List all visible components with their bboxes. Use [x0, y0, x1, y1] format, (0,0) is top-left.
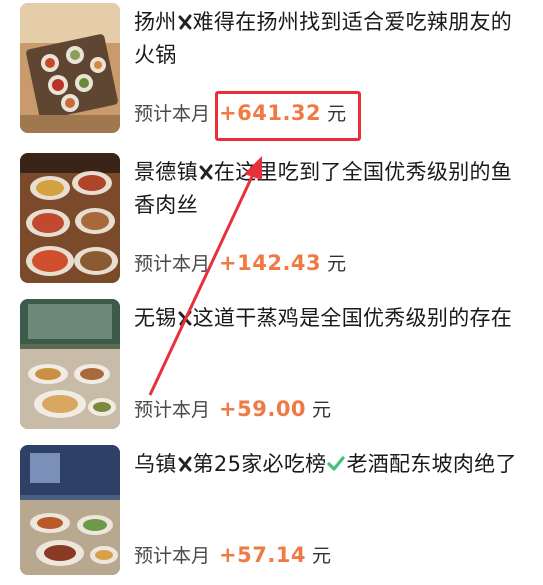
list-item[interactable]: 景德镇 在这里吃到了全国优秀级别的鱼香肉丝 预计本月 +142.43 元 — [0, 150, 543, 290]
list-item[interactable]: 乌镇 第25家必吃榜 老酒配东坡肉绝了 预计本月 +57.14 元 — [0, 442, 543, 582]
earnings-unit: 元 — [327, 253, 347, 275]
food-photo — [20, 3, 120, 133]
item-title[interactable]: 扬州 难得在扬州找到适合爱吃辣朋友的火锅 — [134, 6, 524, 72]
earnings-unit: 元 — [312, 545, 332, 567]
city-name: 乌镇 — [134, 452, 177, 476]
title-text: 老酒配东坡肉绝了 — [346, 452, 517, 476]
earnings-value: +59.00 — [219, 397, 307, 421]
estimated-earnings: 预计本月 +59.00 元 — [134, 395, 331, 429]
earnings-label: 预计本月 — [134, 545, 211, 567]
food-photo — [20, 299, 120, 429]
item-title[interactable]: 景德镇 在这里吃到了全国优秀级别的鱼香肉丝 — [134, 156, 524, 222]
food-photo-thumbnail[interactable] — [20, 153, 120, 283]
food-photo — [20, 153, 120, 283]
title-text: 第25家必吃榜 — [192, 452, 327, 476]
city-name: 无锡 — [134, 306, 177, 330]
earnings-value: +57.14 — [219, 543, 307, 567]
cross-mark-icon — [178, 310, 192, 326]
food-photo-thumbnail[interactable] — [20, 299, 120, 429]
cross-mark-icon — [178, 456, 192, 472]
check-mark-icon — [327, 456, 346, 471]
estimated-earnings: 预计本月 +142.43 元 — [134, 249, 346, 283]
title-text: 这道干蒸鸡是全国优秀级别的存在 — [192, 306, 513, 330]
food-photo-thumbnail[interactable] — [20, 445, 120, 575]
earnings-label: 预计本月 — [134, 253, 211, 275]
earnings-value: +142.43 — [219, 251, 322, 275]
cross-mark-icon — [199, 164, 213, 180]
food-photo-thumbnail[interactable] — [20, 3, 120, 133]
list-item[interactable]: 扬州 难得在扬州找到适合爱吃辣朋友的火锅 预计本月 +641.32 元 — [0, 0, 543, 141]
item-title[interactable]: 乌镇 第25家必吃榜 老酒配东坡肉绝了 — [134, 448, 524, 481]
earnings-label: 预计本月 — [134, 103, 211, 125]
earnings-label: 预计本月 — [134, 399, 211, 421]
city-name: 景德镇 — [134, 160, 198, 184]
highlight-box — [215, 91, 361, 141]
food-photo — [20, 445, 120, 575]
list-item[interactable]: 无锡 这道干蒸鸡是全国优秀级别的存在 预计本月 +59.00 元 — [0, 296, 543, 436]
city-name: 扬州 — [134, 10, 177, 34]
earnings-unit: 元 — [312, 399, 332, 421]
cross-mark-icon — [178, 14, 192, 30]
item-title[interactable]: 无锡 这道干蒸鸡是全国优秀级别的存在 — [134, 302, 524, 335]
estimated-earnings: 预计本月 +57.14 元 — [134, 541, 331, 575]
earnings-list: 扬州 难得在扬州找到适合爱吃辣朋友的火锅 预计本月 +641.32 元 景德镇 在这… — [0, 0, 543, 585]
